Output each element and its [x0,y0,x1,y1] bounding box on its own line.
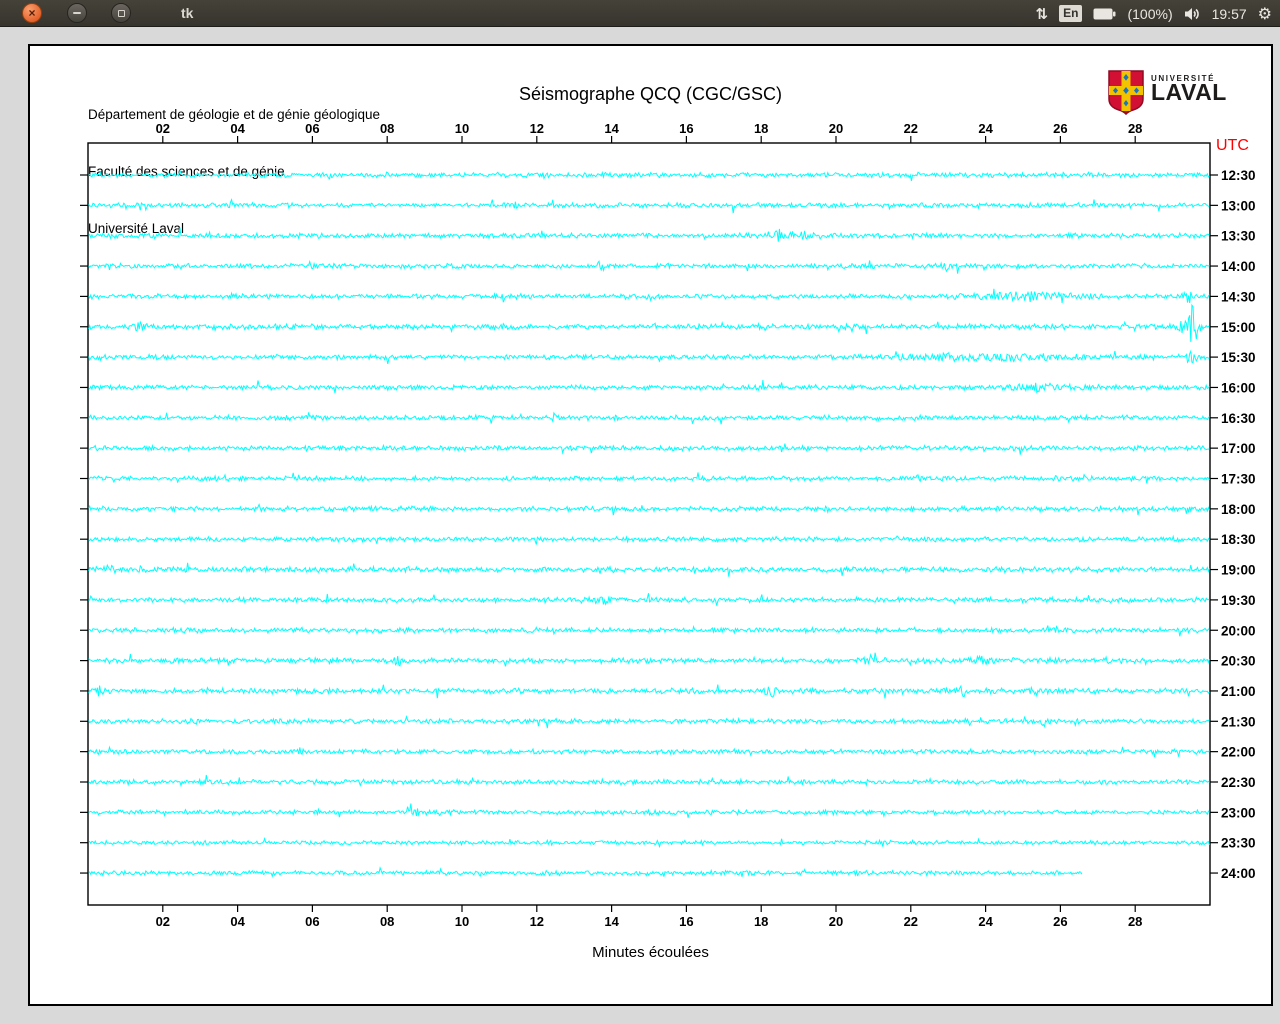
x-tick-label-bottom: 24 [978,914,993,929]
seismogram-trace [88,803,1210,818]
row-time-label: 17:00 [1221,441,1256,456]
seismogram-trace [88,380,1210,394]
x-tick-label-top: 02 [156,121,170,136]
x-tick-label-top: 18 [754,121,768,136]
seismogram-trace [88,259,1210,274]
x-tick-label-top: 06 [305,121,319,136]
battery-percentage[interactable]: (100%) [1127,6,1172,22]
plot-frame [87,142,1211,906]
row-time-label: 18:00 [1221,502,1256,517]
row-time-label: 19:30 [1221,593,1256,608]
seismogram-trace [88,168,1210,181]
x-tick-label-top: 20 [829,121,843,136]
seismogram-trace [88,288,1210,304]
row-time-label: 22:00 [1221,745,1256,760]
row-time-label: 16:00 [1221,380,1256,395]
x-tick-label-top: 28 [1128,121,1142,136]
x-tick-label-bottom: 08 [380,914,394,929]
x-tick-label-top: 24 [978,121,993,136]
seismogram-trace [88,684,1210,699]
seismogram-trace [88,624,1210,637]
row-time-label: 14:30 [1221,289,1256,304]
x-tick-label-bottom: 18 [754,914,768,929]
x-axis-title: Minutes écoulées [592,944,709,961]
x-tick-label-top: 16 [679,121,693,136]
x-tick-label-bottom: 20 [829,914,843,929]
x-tick-label-bottom: 28 [1128,914,1142,929]
x-tick-label-bottom: 10 [455,914,469,929]
seismograph-canvas: Département de géologie et de génie géol… [28,44,1273,1006]
minimize-icon [73,12,81,14]
row-time-label: 14:00 [1221,259,1256,274]
seismogram-trace [88,303,1210,342]
window-close-button[interactable]: × [22,3,42,23]
seismogram-trace [88,534,1210,545]
row-time-label: 15:00 [1221,320,1256,335]
battery-icon[interactable] [1093,8,1116,20]
x-tick-label-top: 08 [380,121,394,136]
x-tick-label-bottom: 06 [305,914,319,929]
row-time-label: 12:30 [1221,168,1256,183]
row-time-label: 20:00 [1221,623,1256,638]
row-time-label: 23:30 [1221,836,1256,851]
seismogram-trace [88,443,1210,455]
top-panel: × tk ⇅ En (100%) 19:57 ⚙ [0,0,1280,27]
x-tick-label-bottom: 22 [904,914,918,929]
close-icon: × [28,6,36,20]
seismogram-trace [88,836,1210,849]
seismogram-trace [88,866,1083,878]
session-gear-icon[interactable]: ⚙ [1258,4,1272,23]
seismogram-trace [88,562,1210,577]
x-tick-label-top: 26 [1053,121,1067,136]
clock[interactable]: 19:57 [1212,6,1247,22]
row-time-label: 13:00 [1221,198,1256,213]
keyboard-layout-indicator[interactable]: En [1059,5,1083,22]
row-time-label: 19:00 [1221,563,1256,578]
x-tick-label-top: 10 [455,121,469,136]
seismogram-trace [88,411,1210,425]
x-tick-label-top: 12 [530,121,544,136]
x-tick-label-bottom: 04 [230,914,245,929]
utc-axis-label: UTC [1216,137,1249,154]
x-tick-label-bottom: 12 [530,914,544,929]
row-time-label: 16:30 [1221,411,1256,426]
window-maximize-button[interactable] [111,3,131,23]
x-tick-label-bottom: 16 [679,914,693,929]
seismogram-trace [88,503,1210,516]
panel-indicators: ⇅ En (100%) 19:57 ⚙ [1036,0,1272,27]
x-tick-label-top: 14 [604,121,619,136]
seismogram-trace [88,652,1210,667]
seismogram-trace [88,198,1210,214]
seismogram-trace [88,715,1210,729]
x-tick-label-bottom: 14 [604,914,619,929]
row-time-label: 20:30 [1221,654,1256,669]
row-time-label: 22:30 [1221,775,1256,790]
seismogram-trace [88,593,1210,606]
row-time-label: 21:30 [1221,714,1256,729]
network-arrows-icon[interactable]: ⇅ [1036,5,1049,23]
row-time-label: 17:30 [1221,472,1256,487]
x-tick-label-top: 22 [904,121,918,136]
row-time-label: 23:00 [1221,805,1256,820]
seismogram-trace [88,472,1210,484]
row-time-label: 21:00 [1221,684,1256,699]
row-time-label: 24:00 [1221,866,1256,881]
seismogram-trace [88,774,1210,788]
volume-icon[interactable] [1184,7,1201,21]
window-minimize-button[interactable] [67,3,87,23]
row-time-label: 15:30 [1221,350,1256,365]
window-title: tk [181,5,194,21]
tk-window: Département de géologie et de génie géol… [0,27,1280,1024]
x-tick-label-bottom: 02 [156,914,170,929]
seismogram-trace [88,349,1210,365]
x-tick-label-top: 04 [230,121,245,136]
helicorder-plot: 02 02 04 04 06 06 08 08 10 10 12 12 14 14 16 16 18 18 20 20… [80,121,1256,929]
row-time-label: 13:30 [1221,229,1256,244]
x-tick-label-bottom: 26 [1053,914,1067,929]
maximize-icon [117,9,125,17]
seismogram-trace [88,227,1210,242]
row-time-label: 18:30 [1221,532,1256,547]
seismogram-trace [88,745,1210,758]
